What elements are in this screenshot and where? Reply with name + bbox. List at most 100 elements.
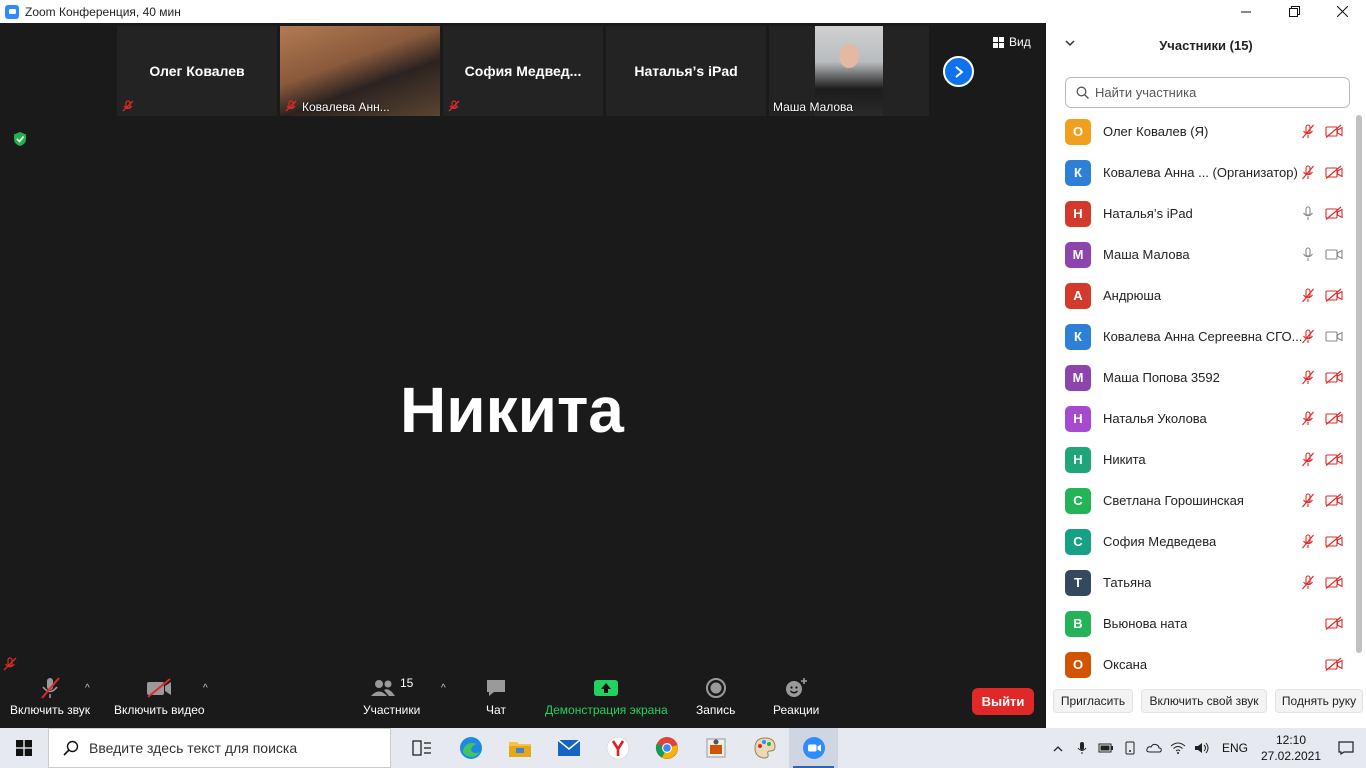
leave-button[interactable]: Выйти [972, 688, 1034, 715]
participant-mic-status[interactable] [1301, 329, 1315, 349]
minimize-button[interactable] [1222, 0, 1270, 23]
tray-battery[interactable] [1094, 728, 1118, 768]
view-button[interactable]: Вид [993, 35, 1031, 49]
chat-button[interactable]: Чат [485, 673, 507, 717]
participant-row[interactable]: М Маша Попова 3592 [1046, 357, 1354, 398]
participant-row[interactable]: О Оксана [1046, 644, 1354, 683]
participants-count: 15 [399, 676, 414, 690]
share-screen-button[interactable]: Демонстрация экрана [545, 673, 668, 717]
participant-row[interactable]: С София Медведева [1046, 521, 1354, 562]
participant-mic-status[interactable] [1301, 370, 1315, 390]
participant-mic-status[interactable] [1301, 534, 1315, 554]
chevron-up-icon [1053, 745, 1063, 751]
tray-mic[interactable] [1070, 728, 1094, 768]
participant-mic-status[interactable] [1301, 288, 1315, 308]
mic-on-icon [1303, 206, 1313, 220]
participant-video-status[interactable] [1325, 575, 1343, 594]
mail-app[interactable] [544, 728, 593, 768]
participant-video-status[interactable] [1325, 165, 1343, 184]
taskbar-search-input[interactable] [89, 740, 379, 756]
taskbar-search [48, 728, 391, 768]
participant-row[interactable]: К Ковалева Анна Сергеевна СГО... [1046, 316, 1354, 357]
tray-overflow-button[interactable] [1046, 728, 1070, 768]
participant-video-status[interactable] [1325, 657, 1343, 676]
participant-mic-status[interactable] [1301, 452, 1315, 472]
tray-app[interactable] [1118, 728, 1142, 768]
participant-row[interactable]: С Светлана Горошинская [1046, 480, 1354, 521]
strip-tile-video[interactable]: Ковалева Анн... [280, 26, 440, 116]
participant-video-status[interactable] [1325, 370, 1343, 389]
participant-video-status[interactable] [1325, 124, 1343, 143]
task-view-button[interactable] [397, 728, 446, 768]
mic-muted-icon [448, 100, 460, 112]
participant-video-status[interactable] [1325, 452, 1343, 471]
next-page-button[interactable] [943, 56, 974, 87]
participant-video-status[interactable] [1325, 411, 1343, 430]
record-button[interactable]: Запись [696, 673, 735, 717]
participant-name: Маша Малова [1103, 247, 1190, 262]
file-explorer-app[interactable] [495, 728, 544, 768]
participant-mic-status[interactable] [1301, 411, 1315, 431]
video-options-caret[interactable]: ^ [203, 683, 208, 694]
taskbar-clock[interactable]: 12:10 27.02.2021 [1256, 732, 1326, 764]
reactions-button[interactable]: Реакции [773, 673, 819, 717]
participant-mic-status[interactable] [1301, 165, 1315, 185]
zoom-app[interactable] [789, 728, 838, 768]
notifications-button[interactable] [1326, 728, 1366, 768]
view-label: Вид [1009, 35, 1031, 49]
unmute-me-button[interactable]: Включить свой звук [1141, 689, 1267, 713]
title-bar: Zoom Конференция, 40 мин [0, 0, 1366, 23]
audio-options-caret[interactable]: ^ [85, 683, 90, 694]
yandex-browser-app[interactable] [593, 728, 642, 768]
participant-video-status[interactable] [1325, 247, 1343, 266]
tray-wifi[interactable] [1166, 728, 1190, 768]
chevron-down-icon[interactable] [1064, 37, 1076, 49]
chrome-app[interactable] [642, 728, 691, 768]
participants-button[interactable]: 15 Участники [363, 673, 420, 717]
participant-row[interactable]: Н Наталья’s iPad [1046, 193, 1354, 234]
paint-app[interactable] [740, 728, 789, 768]
participant-row[interactable]: К Ковалева Анна ... (Организатор) [1046, 152, 1354, 193]
participant-row[interactable]: Н Наталья Уколова [1046, 398, 1354, 439]
participant-mic-status[interactable] [1301, 247, 1315, 267]
participant-row[interactable]: М Маша Малова [1046, 234, 1354, 275]
participant-mic-status[interactable] [1301, 575, 1315, 595]
participant-video-status[interactable] [1325, 493, 1343, 512]
unmute-button[interactable]: Включить звук [10, 673, 90, 717]
participant-row[interactable]: А Андрюша [1046, 275, 1354, 316]
input-language[interactable]: ENG [1214, 741, 1256, 755]
participant-list-scrollbar[interactable] [1356, 115, 1362, 653]
video-off-icon [1325, 534, 1343, 548]
participant-row[interactable]: О Олег Ковалев (Я) [1046, 111, 1354, 152]
participants-options-caret[interactable]: ^ [441, 683, 446, 694]
participant-row[interactable]: В Вьюнова ната [1046, 603, 1354, 644]
maximize-button[interactable] [1270, 0, 1318, 23]
participant-mic-status[interactable] [1301, 206, 1315, 226]
participant-row[interactable]: Т Татьяна [1046, 562, 1354, 603]
security-shield-icon[interactable] [12, 131, 28, 147]
active-speaker-name: Никита [400, 374, 624, 446]
participant-search-input[interactable] [1095, 85, 1335, 100]
raise-hand-button[interactable]: Поднять руку [1275, 689, 1363, 713]
invite-button[interactable]: Пригласить [1053, 689, 1133, 713]
participant-video-status[interactable] [1325, 534, 1343, 553]
strip-tile[interactable]: София Медвед... [443, 26, 603, 116]
strip-tile-video[interactable]: Маша Малова [769, 26, 929, 116]
restore-icon [1288, 6, 1300, 17]
participant-video-status[interactable] [1325, 616, 1343, 635]
participant-video-status[interactable] [1325, 329, 1343, 348]
participant-mic-status[interactable] [1301, 493, 1315, 513]
start-video-button[interactable]: Включить видео [114, 673, 205, 717]
start-button[interactable] [0, 728, 48, 768]
strip-tile[interactable]: Наталья’s iPad [606, 26, 766, 116]
close-button[interactable] [1318, 0, 1366, 23]
tray-volume[interactable] [1190, 728, 1214, 768]
participant-mic-status[interactable] [1301, 124, 1315, 144]
tray-onedrive[interactable] [1142, 728, 1166, 768]
participant-video-status[interactable] [1325, 288, 1343, 307]
edge-app[interactable] [446, 728, 495, 768]
presentation-app[interactable] [691, 728, 740, 768]
participant-video-status[interactable] [1325, 206, 1343, 225]
participant-row[interactable]: Н Никита [1046, 439, 1354, 480]
strip-tile[interactable]: Олег Ковалев [117, 26, 277, 116]
